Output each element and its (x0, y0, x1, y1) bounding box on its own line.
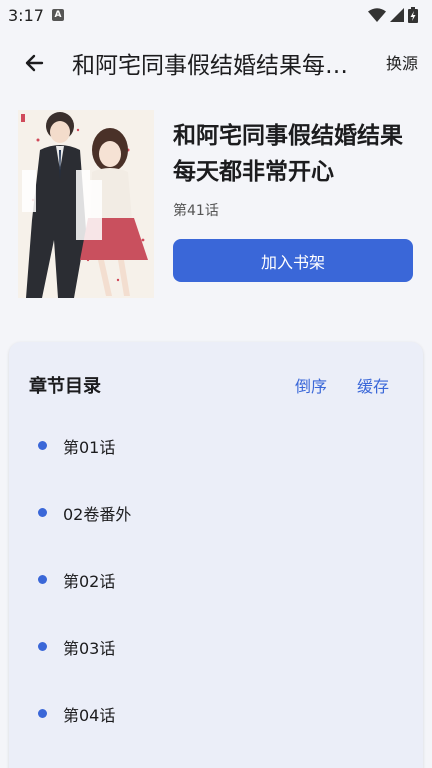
wifi-icon (368, 8, 386, 22)
cache-button[interactable]: 缓存 (357, 373, 389, 397)
back-button[interactable] (10, 39, 58, 87)
chapter-label: 第04话 (63, 705, 116, 725)
book-title: 和阿宅同事假结婚结果每天都非常开心 (173, 123, 403, 185)
add-to-shelf-button[interactable]: 加入书架 (173, 239, 413, 282)
reverse-order-button[interactable]: 倒序 (295, 373, 327, 397)
a-icon: A (51, 9, 64, 21)
bullet-icon (38, 575, 47, 584)
book-cover[interactable] (18, 110, 154, 298)
cover-illustration (18, 110, 154, 298)
chapter-item[interactable]: 第01话 (9, 412, 423, 479)
chapter-item[interactable]: 第04话 (9, 680, 423, 747)
arrow-left-icon (25, 54, 44, 72)
status-bar: 3:17 A (0, 0, 432, 30)
app-title: 和阿宅同事假结婚结果每天都非常开心 (72, 53, 362, 79)
chapter-label: 第02话 (63, 571, 116, 591)
status-icons (368, 7, 418, 23)
chapter-label: 02卷番外 (63, 504, 132, 524)
switch-source-button[interactable]: 换源 (386, 50, 418, 74)
bullet-icon (38, 441, 47, 450)
chapter-item[interactable]: 02卷番外 (9, 479, 423, 546)
chapter-label: 第03话 (63, 638, 116, 658)
chapter-list: 第01话 02卷番外 第02话 第03话 第04话 (9, 412, 423, 747)
signal-icon (390, 8, 404, 22)
chapter-label: 第01话 (63, 437, 116, 457)
chapter-card: 章节目录 倒序 缓存 第01话 02卷番外 第02话 第03话 第04话 (9, 342, 423, 768)
chapter-item[interactable]: 第02话 (9, 546, 423, 613)
latest-chapter[interactable]: 第41话 (173, 200, 219, 220)
bullet-icon (38, 642, 47, 651)
battery-icon (408, 7, 418, 23)
status-time: 3:17 (8, 5, 44, 25)
app-bar: 和阿宅同事假结婚结果每天都非常开心 换源 (0, 30, 432, 96)
bullet-icon (38, 709, 47, 718)
bullet-icon (38, 508, 47, 517)
chapter-list-heading: 章节目录 (29, 376, 101, 397)
chapter-item[interactable]: 第03话 (9, 613, 423, 680)
